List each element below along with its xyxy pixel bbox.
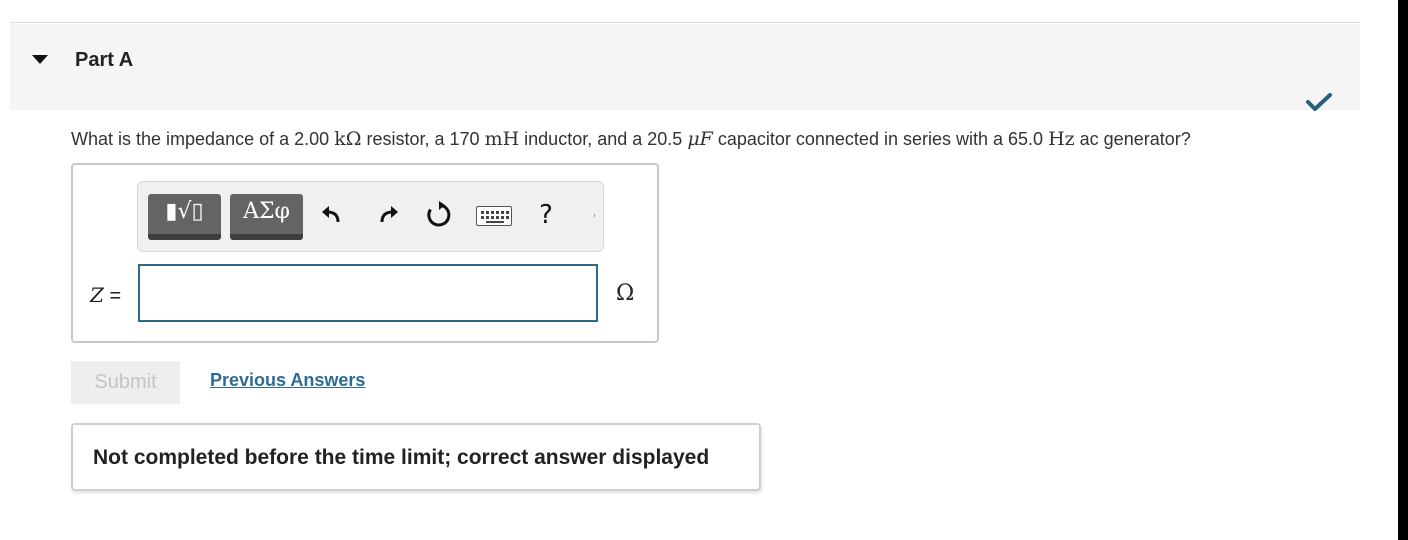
top-divider [10, 22, 1360, 23]
page: Part A What is the impedance of a 2.00 k… [0, 0, 1408, 540]
feedback-box: Not completed before the time limit; cor… [71, 423, 761, 491]
check-icon [1306, 93, 1332, 111]
templates-button[interactable]: ▮√▯ [148, 194, 221, 240]
frequency-unit: Hz [1048, 128, 1075, 150]
part-header[interactable] [10, 24, 1360, 110]
reset-icon[interactable] [424, 200, 454, 230]
help-button[interactable]: ? [534, 198, 558, 232]
question-text: What is the impedance of a 2.00 kΩ resis… [71, 128, 1191, 150]
symbols-button[interactable]: ΑΣφ [230, 194, 303, 240]
answer-label: Z = [90, 283, 122, 307]
redo-icon[interactable] [372, 200, 402, 230]
templates-icon: ▮√▯ [165, 199, 204, 224]
answer-variable: Z [90, 283, 104, 307]
keyboard-icon[interactable] [476, 206, 512, 226]
undo-icon[interactable] [318, 200, 348, 230]
capacitance-unit: μF [687, 128, 713, 150]
inductance-unit: mH [484, 128, 520, 150]
math-toolbar: ▮√▯ ΑΣφ ? [137, 181, 604, 252]
collapse-caret-icon[interactable] [32, 55, 48, 64]
submit-button[interactable]: Submit [71, 361, 180, 404]
answer-unit: Ω [616, 281, 635, 306]
answer-input[interactable] [138, 264, 598, 322]
resistance-unit: kΩ [334, 128, 362, 150]
window-edge [1398, 0, 1408, 540]
feedback-message: Not completed before the time limit; cor… [93, 446, 710, 469]
part-title: Part A [75, 49, 134, 71]
symbols-icon: ΑΣφ [243, 199, 290, 224]
toolbar-separator [594, 214, 595, 217]
previous-answers-link[interactable]: Previous Answers [210, 370, 365, 391]
